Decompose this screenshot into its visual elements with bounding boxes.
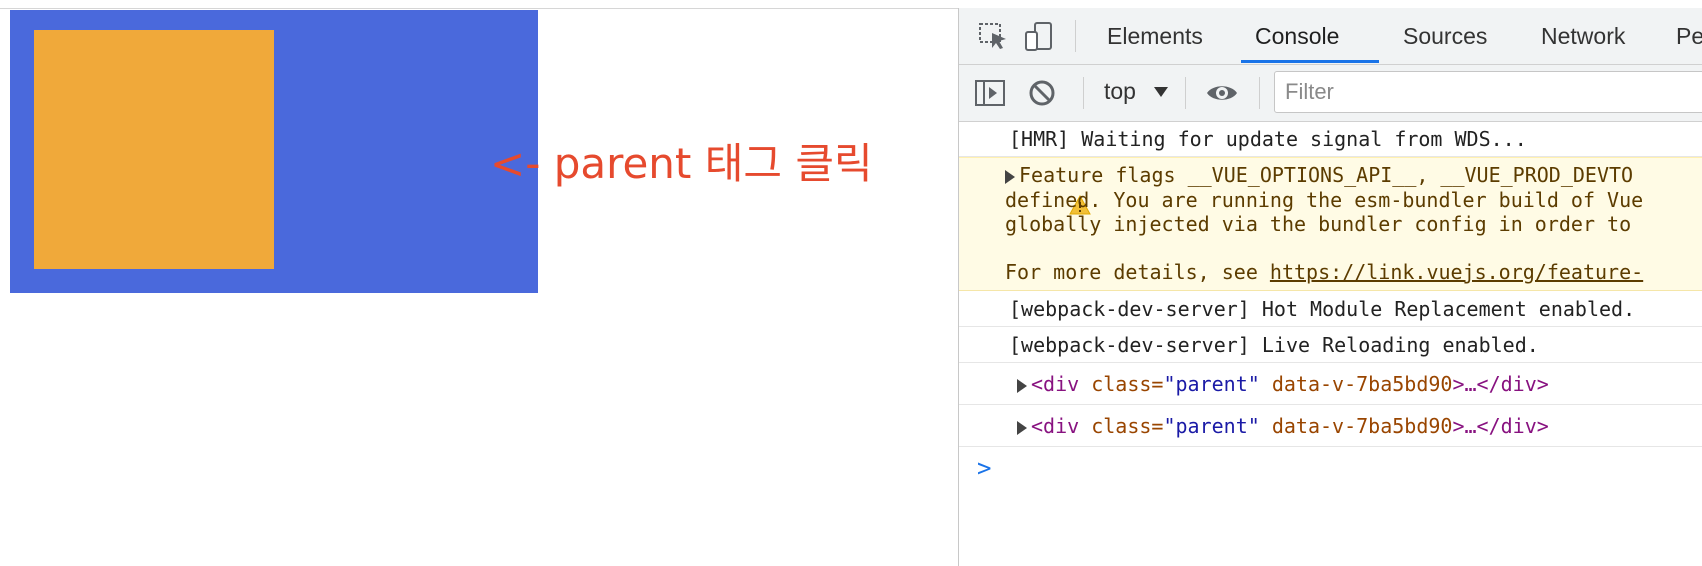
warning-line-4: For more details, see https://link.vuejs… — [1005, 260, 1643, 284]
attr-class-value: "parent" — [1163, 372, 1260, 396]
tab-console[interactable]: Console — [1255, 8, 1339, 64]
attr-class-value: "parent" — [1163, 414, 1260, 438]
warning-line-1[interactable]: Feature flags __VUE_OPTIONS_API__, __VUE… — [1005, 163, 1633, 187]
expand-triangle-icon[interactable] — [1017, 378, 1027, 393]
warning-line-2: defined. You are running the esm-bundler… — [1005, 188, 1644, 212]
filter-input[interactable] — [1275, 72, 1702, 112]
tab-sources[interactable]: Sources — [1403, 8, 1487, 64]
console-message-wds-hot: [webpack-dev-server] Hot Module Replacem… — [959, 291, 1702, 327]
console-message-hmr: [HMR] Waiting for update signal from WDS… — [959, 122, 1702, 157]
expand-triangle-icon[interactable] — [1017, 420, 1027, 435]
tab-elements[interactable]: Elements — [1107, 8, 1203, 64]
toolbar-separator — [1185, 77, 1186, 109]
chevron-right-prompt-icon[interactable]: > — [977, 454, 991, 482]
attr-class: class= — [1079, 372, 1164, 396]
warning-link-prefix: For more details, see — [1005, 260, 1270, 284]
tag-open: <div — [1031, 414, 1080, 438]
message-text: [webpack-dev-server] Hot Module Replacem… — [1009, 297, 1636, 321]
sidebar-toggle-icon[interactable] — [973, 76, 1007, 110]
live-expression-eye-icon[interactable] — [1205, 76, 1239, 110]
console-toolbar: top — [959, 65, 1702, 122]
expand-triangle-icon[interactable] — [1005, 169, 1015, 184]
chevron-down-icon[interactable] — [1154, 87, 1168, 97]
warning-text: Feature flags __VUE_OPTIONS_API__, __VUE… — [1019, 163, 1634, 187]
tab-network[interactable]: Network — [1541, 8, 1625, 64]
warning-link[interactable]: https://link.vuejs.org/feature- — [1270, 260, 1643, 284]
annotation-text: <- parent 태그 클릭 — [490, 139, 873, 188]
device-toolbar-icon[interactable] — [1023, 20, 1057, 54]
attr-class: class= — [1079, 414, 1164, 438]
message-text: [HMR] Waiting for update signal from WDS… — [1009, 127, 1527, 151]
tag-close: >…</div> — [1452, 414, 1549, 438]
toolbar-separator — [1083, 77, 1084, 109]
tag-close: >…</div> — [1452, 372, 1549, 396]
attr-data: data-v-7ba5bd90 — [1259, 372, 1453, 396]
inspect-element-icon[interactable] — [977, 20, 1011, 54]
parent-box[interactable] — [10, 10, 538, 293]
attr-data: data-v-7ba5bd90 — [1259, 414, 1453, 438]
tab-performance[interactable]: Pe — [1676, 8, 1702, 64]
console-message-wds-live: [webpack-dev-server] Live Reloading enab… — [959, 327, 1702, 363]
clear-console-icon[interactable] — [1025, 76, 1059, 110]
toolbar-separator — [1259, 77, 1260, 109]
context-selector[interactable]: top — [1104, 78, 1136, 105]
element-node[interactable]: <div class="parent" data-v-7ba5bd90>…</d… — [1017, 372, 1549, 396]
warning-line-3: globally injected via the bundler config… — [1005, 212, 1632, 236]
devtools-tabbar: Elements Console Sources Network Pe — [959, 8, 1702, 65]
console-warning: Feature flags __VUE_OPTIONS_API__, __VUE… — [959, 157, 1702, 291]
tag-open: <div — [1031, 372, 1080, 396]
tabbar-separator — [1075, 20, 1076, 52]
child-box[interactable] — [34, 30, 274, 269]
top-divider — [0, 8, 960, 9]
filter-box — [1274, 71, 1702, 113]
console-element-row[interactable]: <div class="parent" data-v-7ba5bd90>…</d… — [959, 405, 1702, 447]
element-node[interactable]: <div class="parent" data-v-7ba5bd90>…</d… — [1017, 414, 1549, 438]
console-element-row[interactable]: <div class="parent" data-v-7ba5bd90>…</d… — [959, 363, 1702, 405]
message-text: [webpack-dev-server] Live Reloading enab… — [1009, 333, 1539, 357]
active-tab-indicator — [1241, 60, 1379, 63]
devtools-panel: Elements Console Sources Network Pe top — [958, 8, 1702, 566]
